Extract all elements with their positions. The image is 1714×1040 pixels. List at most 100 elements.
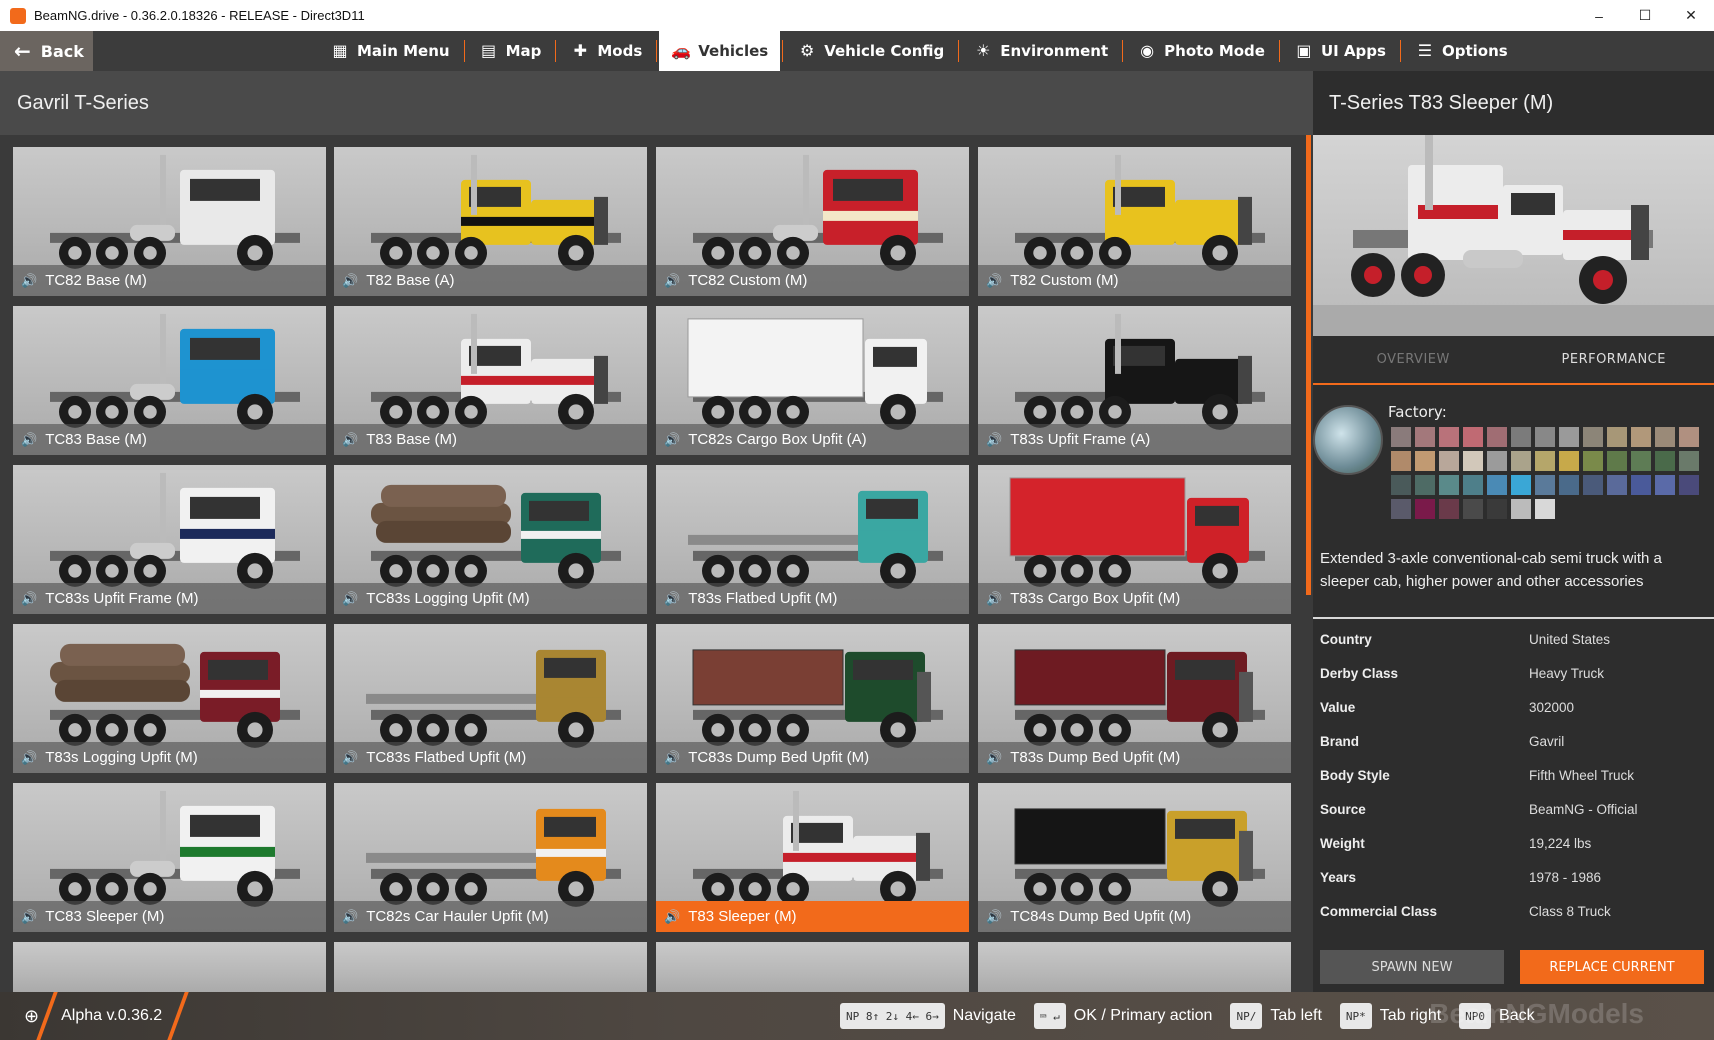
paint-swatch[interactable] bbox=[1415, 475, 1435, 495]
paint-swatch[interactable] bbox=[1463, 499, 1483, 519]
globe-icon[interactable]: ⊕ bbox=[24, 1006, 39, 1027]
vehicle-config-tile[interactable]: 🔊 TC83s Flatbed Upfit (M) bbox=[334, 624, 647, 773]
tab-performance[interactable]: PERFORMANCE bbox=[1514, 336, 1714, 383]
paint-swatch[interactable] bbox=[1535, 499, 1555, 519]
vehicle-config-tile[interactable]: 🔊 T83 Base (M) bbox=[334, 306, 647, 455]
tab-main-menu[interactable]: ▦ Main Menu bbox=[318, 31, 462, 71]
vehicle-config-tile[interactable]: 🔊 TC83 Sleeper (M) bbox=[13, 783, 326, 932]
paint-swatch[interactable] bbox=[1631, 475, 1651, 495]
paint-swatch[interactable] bbox=[1391, 475, 1411, 495]
paint-swatch[interactable] bbox=[1631, 451, 1651, 471]
vehicle-config-tile[interactable]: 🔊 TC82s Car Hauler Upfit (M) bbox=[334, 783, 647, 932]
vehicle-config-tile[interactable]: 🔊 T83s Cargo Box Upfit (M) bbox=[978, 465, 1291, 614]
paint-swatch[interactable] bbox=[1439, 451, 1459, 471]
vehicle-config-tile[interactable]: 🔊 T82 Base (A) bbox=[334, 147, 647, 296]
vehicle-config-tile[interactable]: 🔊 TC83 Base (M) bbox=[13, 306, 326, 455]
vehicle-config-tile[interactable] bbox=[978, 942, 1291, 992]
tile-label: 🔊 T82 Custom (M) bbox=[978, 265, 1291, 296]
paint-swatch[interactable] bbox=[1655, 475, 1675, 495]
paint-swatch[interactable] bbox=[1463, 427, 1483, 447]
vehicle-config-tile[interactable]: 🔊 TC82s Cargo Box Upfit (A) bbox=[656, 306, 969, 455]
vehicle-config-tile[interactable]: 🔊 TC82 Base (M) bbox=[13, 147, 326, 296]
paint-swatch[interactable] bbox=[1559, 427, 1579, 447]
paint-swatch[interactable] bbox=[1535, 475, 1555, 495]
tab-overview[interactable]: OVERVIEW bbox=[1313, 336, 1514, 383]
paint-swatch[interactable] bbox=[1439, 499, 1459, 519]
paint-swatch[interactable] bbox=[1559, 475, 1579, 495]
back-button[interactable]: ← Back bbox=[0, 31, 93, 71]
tile-label-text: TC82 Custom (M) bbox=[688, 272, 808, 289]
paint-swatch[interactable] bbox=[1487, 499, 1507, 519]
nav-separator bbox=[782, 40, 784, 62]
paint-swatch[interactable] bbox=[1679, 475, 1699, 495]
divider bbox=[1313, 617, 1714, 619]
vehicle-config-tile[interactable] bbox=[13, 942, 326, 992]
vehicle-config-tile[interactable] bbox=[656, 942, 969, 992]
config-type-icon: 🔊 bbox=[21, 908, 38, 924]
vehicle-config-tile[interactable]: 🔊 T83s Dump Bed Upfit (M) bbox=[978, 624, 1291, 773]
vehicle-config-tile[interactable]: 🔊 TC83s Logging Upfit (M) bbox=[334, 465, 647, 614]
minimize-button[interactable]: – bbox=[1576, 0, 1622, 31]
paint-swatch[interactable] bbox=[1511, 451, 1531, 471]
vehicle-config-tile[interactable]: 🔊 TC83s Dump Bed Upfit (M) bbox=[656, 624, 969, 773]
truck-thumbnail-image bbox=[673, 790, 953, 912]
vehicle-config-tile[interactable]: 🔊 T83s Logging Upfit (M) bbox=[13, 624, 326, 773]
paint-swatch[interactable] bbox=[1415, 451, 1435, 471]
vehicle-config-tile[interactable]: 🔊 T83 Sleeper (M) bbox=[656, 783, 969, 932]
paint-swatch[interactable] bbox=[1487, 427, 1507, 447]
scrollbar[interactable] bbox=[1306, 135, 1311, 595]
spawn-new-button[interactable]: SPAWN NEW bbox=[1320, 950, 1504, 984]
tab-environment[interactable]: ☀ Environment bbox=[961, 31, 1120, 71]
paint-swatch[interactable] bbox=[1535, 451, 1555, 471]
paint-swatch[interactable] bbox=[1391, 427, 1411, 447]
maximize-button[interactable]: ☐ bbox=[1622, 0, 1668, 31]
paint-swatch[interactable] bbox=[1487, 475, 1507, 495]
tab-vehicle-config[interactable]: ⚙ Vehicle Config bbox=[785, 31, 956, 71]
vehicle-config-tile[interactable]: 🔊 T82 Custom (M) bbox=[978, 147, 1291, 296]
paint-swatch[interactable] bbox=[1487, 451, 1507, 471]
tile-label-text: T83s Flatbed Upfit (M) bbox=[688, 590, 838, 607]
paint-swatch[interactable] bbox=[1511, 499, 1531, 519]
paint-swatch[interactable] bbox=[1535, 427, 1555, 447]
paint-swatch[interactable] bbox=[1607, 427, 1627, 447]
vehicle-config-tile[interactable]: 🔊 TC84s Dump Bed Upfit (M) bbox=[978, 783, 1291, 932]
paint-swatch[interactable] bbox=[1463, 475, 1483, 495]
paint-swatch[interactable] bbox=[1679, 451, 1699, 471]
vehicle-config-tile[interactable]: 🔊 T83s Upfit Frame (A) bbox=[978, 306, 1291, 455]
main-menu-icon: ▦ bbox=[332, 41, 348, 60]
paint-swatch[interactable] bbox=[1607, 475, 1627, 495]
tab-vehicles[interactable]: 🚗 Vehicles bbox=[659, 31, 781, 71]
paint-swatch[interactable] bbox=[1511, 427, 1531, 447]
paint-swatch[interactable] bbox=[1391, 451, 1411, 471]
vehicle-config-tile[interactable]: 🔊 TC83s Upfit Frame (M) bbox=[13, 465, 326, 614]
paint-swatch[interactable] bbox=[1391, 499, 1411, 519]
tab-map[interactable]: ▤ Map bbox=[467, 31, 554, 71]
tab-mods[interactable]: ✚ Mods bbox=[558, 31, 654, 71]
paint-swatch[interactable] bbox=[1583, 475, 1603, 495]
vehicle-config-tile[interactable]: 🔊 TC82 Custom (M) bbox=[656, 147, 969, 296]
paint-swatch[interactable] bbox=[1415, 499, 1435, 519]
close-button[interactable]: ✕ bbox=[1668, 0, 1714, 31]
paint-swatch[interactable] bbox=[1631, 427, 1651, 447]
paint-swatch[interactable] bbox=[1583, 451, 1603, 471]
vehicle-config-tile[interactable] bbox=[334, 942, 647, 992]
paint-swatch[interactable] bbox=[1511, 475, 1531, 495]
paint-swatch[interactable] bbox=[1415, 427, 1435, 447]
paint-swatch[interactable] bbox=[1439, 427, 1459, 447]
paint-preview-thumbnail[interactable] bbox=[1313, 405, 1383, 475]
paint-swatch[interactable] bbox=[1463, 451, 1483, 471]
vehicle-config-tile[interactable]: 🔊 T83s Flatbed Upfit (M) bbox=[656, 465, 969, 614]
tab-ui-apps[interactable]: ▣ UI Apps bbox=[1282, 31, 1398, 71]
tab-photo-mode[interactable]: ◉ Photo Mode bbox=[1125, 31, 1277, 71]
paint-swatch[interactable] bbox=[1439, 475, 1459, 495]
paint-swatch[interactable] bbox=[1655, 427, 1675, 447]
paint-swatch[interactable] bbox=[1655, 451, 1675, 471]
paint-swatch[interactable] bbox=[1679, 427, 1699, 447]
paint-swatch[interactable] bbox=[1607, 451, 1627, 471]
tab-options[interactable]: ☰ Options bbox=[1403, 31, 1520, 71]
vehicle-config-grid[interactable]: 🔊 TC82 Base (M) 🔊 T82 Base (A) 🔊 TC82 Custom … bbox=[0, 135, 1313, 992]
paint-swatch[interactable] bbox=[1583, 427, 1603, 447]
replace-current-button[interactable]: REPLACE CURRENT bbox=[1520, 950, 1704, 984]
paint-swatch[interactable] bbox=[1559, 451, 1579, 471]
tile-label: 🔊 T83s Flatbed Upfit (M) bbox=[656, 583, 969, 614]
